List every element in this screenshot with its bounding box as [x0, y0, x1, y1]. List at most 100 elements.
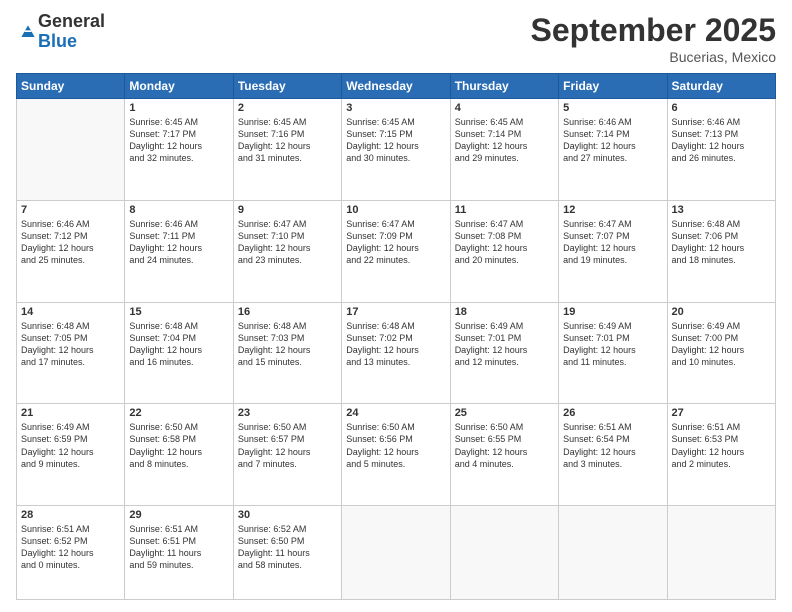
day-number: 27 — [672, 407, 771, 419]
day-info: Sunrise: 6:47 AM Sunset: 7:08 PM Dayligh… — [455, 218, 554, 267]
day-info: Sunrise: 6:45 AM Sunset: 7:16 PM Dayligh… — [238, 116, 337, 165]
weekday-header-sunday: Sunday — [17, 74, 125, 99]
day-number: 20 — [672, 306, 771, 318]
calendar-cell: 6 Sunrise: 6:46 AM Sunset: 7:13 PM Daylig… — [667, 99, 775, 201]
day-info: Sunrise: 6:51 AM Sunset: 6:52 PM Dayligh… — [21, 523, 120, 572]
day-number: 21 — [21, 407, 120, 419]
title-block: September 2025 Bucerias, Mexico — [531, 12, 776, 65]
weekday-header-monday: Monday — [125, 74, 233, 99]
weekday-header-thursday: Thursday — [450, 74, 558, 99]
calendar-cell — [450, 506, 558, 600]
week-row-4: 21Sunrise: 6:49 AM Sunset: 6:59 PM Dayli… — [17, 404, 776, 506]
day-number: 11 — [455, 204, 554, 216]
day-number: 3 — [346, 102, 445, 114]
day-number: 26 — [563, 407, 662, 419]
calendar-cell: 24Sunrise: 6:50 AM Sunset: 6:56 PM Dayli… — [342, 404, 450, 506]
day-number: 13 — [672, 204, 771, 216]
day-info: Sunrise: 6:46 AM Sunset: 7:13 PM Dayligh… — [672, 116, 771, 165]
day-number: 8 — [129, 204, 228, 216]
calendar-cell: 16 Sunrise: 6:48 AM Sunset: 7:03 PM Dayli… — [233, 302, 341, 404]
location: Bucerias, Mexico — [531, 49, 776, 65]
day-info: Sunrise: 6:48 AM Sunset: 7:03 PM Dayligh… — [238, 320, 337, 369]
day-info: Sunrise: 6:51 AM Sunset: 6:53 PM Dayligh… — [672, 421, 771, 470]
day-info: Sunrise: 6:45 AM Sunset: 7:17 PM Dayligh… — [129, 116, 228, 165]
weekday-header-wednesday: Wednesday — [342, 74, 450, 99]
weekday-header-tuesday: Tuesday — [233, 74, 341, 99]
day-info: Sunrise: 6:47 AM Sunset: 7:09 PM Dayligh… — [346, 218, 445, 267]
day-info: Sunrise: 6:45 AM Sunset: 7:14 PM Dayligh… — [455, 116, 554, 165]
calendar: SundayMondayTuesdayWednesdayThursdayFrid… — [16, 73, 776, 600]
calendar-cell: 15Sunrise: 6:48 AM Sunset: 7:04 PM Dayli… — [125, 302, 233, 404]
page: General Blue September 2025 Bucerias, Me… — [0, 0, 792, 612]
day-number: 25 — [455, 407, 554, 419]
logo-icon — [18, 22, 38, 42]
day-number: 7 — [21, 204, 120, 216]
day-info: Sunrise: 6:48 AM Sunset: 7:02 PM Dayligh… — [346, 320, 445, 369]
day-info: Sunrise: 6:46 AM Sunset: 7:14 PM Dayligh… — [563, 116, 662, 165]
calendar-cell: 8 Sunrise: 6:46 AM Sunset: 7:11 PM Daylig… — [125, 200, 233, 302]
day-number: 12 — [563, 204, 662, 216]
calendar-cell: 9 Sunrise: 6:47 AM Sunset: 7:10 PM Daylig… — [233, 200, 341, 302]
week-row-2: 7Sunrise: 6:46 AM Sunset: 7:12 PM Daylig… — [17, 200, 776, 302]
day-number: 19 — [563, 306, 662, 318]
day-info: Sunrise: 6:51 AM Sunset: 6:54 PM Dayligh… — [563, 421, 662, 470]
calendar-cell: 13Sunrise: 6:48 AM Sunset: 7:06 PM Dayli… — [667, 200, 775, 302]
weekday-header-friday: Friday — [559, 74, 667, 99]
day-info: Sunrise: 6:50 AM Sunset: 6:58 PM Dayligh… — [129, 421, 228, 470]
day-number: 18 — [455, 306, 554, 318]
week-row-1: 1 Sunrise: 6:45 AM Sunset: 7:17 PM Daylig… — [17, 99, 776, 201]
day-number: 14 — [21, 306, 120, 318]
day-number: 2 — [238, 102, 337, 114]
calendar-cell: 12 Sunrise: 6:47 AM Sunset: 7:07 PM Dayli… — [559, 200, 667, 302]
day-info: Sunrise: 6:47 AM Sunset: 7:10 PM Dayligh… — [238, 218, 337, 267]
day-info: Sunrise: 6:48 AM Sunset: 7:04 PM Dayligh… — [129, 320, 228, 369]
weekday-header-saturday: Saturday — [667, 74, 775, 99]
day-info: Sunrise: 6:48 AM Sunset: 7:05 PM Dayligh… — [21, 320, 120, 369]
day-number: 1 — [129, 102, 228, 114]
calendar-cell: 25Sunrise: 6:50 AM Sunset: 6:55 PM Dayli… — [450, 404, 558, 506]
week-row-5: 28 Sunrise: 6:51 AM Sunset: 6:52 PM Dayli… — [17, 506, 776, 600]
calendar-cell: 4 Sunrise: 6:45 AM Sunset: 7:14 PM Daylig… — [450, 99, 558, 201]
logo-blue: Blue — [38, 32, 105, 52]
day-info: Sunrise: 6:46 AM Sunset: 7:11 PM Dayligh… — [129, 218, 228, 267]
calendar-cell — [17, 99, 125, 201]
day-info: Sunrise: 6:50 AM Sunset: 6:57 PM Dayligh… — [238, 421, 337, 470]
calendar-cell: 14 Sunrise: 6:48 AM Sunset: 7:05 PM Dayli… — [17, 302, 125, 404]
day-number: 6 — [672, 102, 771, 114]
day-info: Sunrise: 6:49 AM Sunset: 7:01 PM Dayligh… — [563, 320, 662, 369]
calendar-cell: 27 Sunrise: 6:51 AM Sunset: 6:53 PM Dayli… — [667, 404, 775, 506]
day-number: 4 — [455, 102, 554, 114]
day-number: 28 — [21, 509, 120, 521]
month-title: September 2025 — [531, 12, 776, 49]
day-number: 22 — [129, 407, 228, 419]
calendar-cell: 26 Sunrise: 6:51 AM Sunset: 6:54 PM Dayli… — [559, 404, 667, 506]
header: General Blue September 2025 Bucerias, Me… — [16, 12, 776, 65]
calendar-cell: 3 Sunrise: 6:45 AM Sunset: 7:15 PM Daylig… — [342, 99, 450, 201]
day-info: Sunrise: 6:45 AM Sunset: 7:15 PM Dayligh… — [346, 116, 445, 165]
weekday-header-row: SundayMondayTuesdayWednesdayThursdayFrid… — [17, 74, 776, 99]
day-number: 17 — [346, 306, 445, 318]
calendar-cell: 2 Sunrise: 6:45 AM Sunset: 7:16 PM Daylig… — [233, 99, 341, 201]
calendar-cell: 21Sunrise: 6:49 AM Sunset: 6:59 PM Dayli… — [17, 404, 125, 506]
day-number: 16 — [238, 306, 337, 318]
calendar-cell: 11 Sunrise: 6:47 AM Sunset: 7:08 PM Dayli… — [450, 200, 558, 302]
calendar-cell: 18 Sunrise: 6:49 AM Sunset: 7:01 PM Dayli… — [450, 302, 558, 404]
calendar-cell: 28 Sunrise: 6:51 AM Sunset: 6:52 PM Dayli… — [17, 506, 125, 600]
day-info: Sunrise: 6:47 AM Sunset: 7:07 PM Dayligh… — [563, 218, 662, 267]
day-number: 30 — [238, 509, 337, 521]
day-info: Sunrise: 6:51 AM Sunset: 6:51 PM Dayligh… — [129, 523, 228, 572]
day-info: Sunrise: 6:52 AM Sunset: 6:50 PM Dayligh… — [238, 523, 337, 572]
calendar-cell: 10Sunrise: 6:47 AM Sunset: 7:09 PM Dayli… — [342, 200, 450, 302]
calendar-cell — [667, 506, 775, 600]
logo-text: General Blue — [38, 12, 105, 52]
calendar-cell — [342, 506, 450, 600]
day-number: 29 — [129, 509, 228, 521]
calendar-cell: 7Sunrise: 6:46 AM Sunset: 7:12 PM Daylig… — [17, 200, 125, 302]
calendar-cell: 30 Sunrise: 6:52 AM Sunset: 6:50 PM Dayli… — [233, 506, 341, 600]
calendar-cell: 29 Sunrise: 6:51 AM Sunset: 6:51 PM Dayli… — [125, 506, 233, 600]
day-info: Sunrise: 6:49 AM Sunset: 7:01 PM Dayligh… — [455, 320, 554, 369]
day-number: 23 — [238, 407, 337, 419]
day-number: 9 — [238, 204, 337, 216]
calendar-cell: 23 Sunrise: 6:50 AM Sunset: 6:57 PM Dayli… — [233, 404, 341, 506]
day-info: Sunrise: 6:50 AM Sunset: 6:56 PM Dayligh… — [346, 421, 445, 470]
